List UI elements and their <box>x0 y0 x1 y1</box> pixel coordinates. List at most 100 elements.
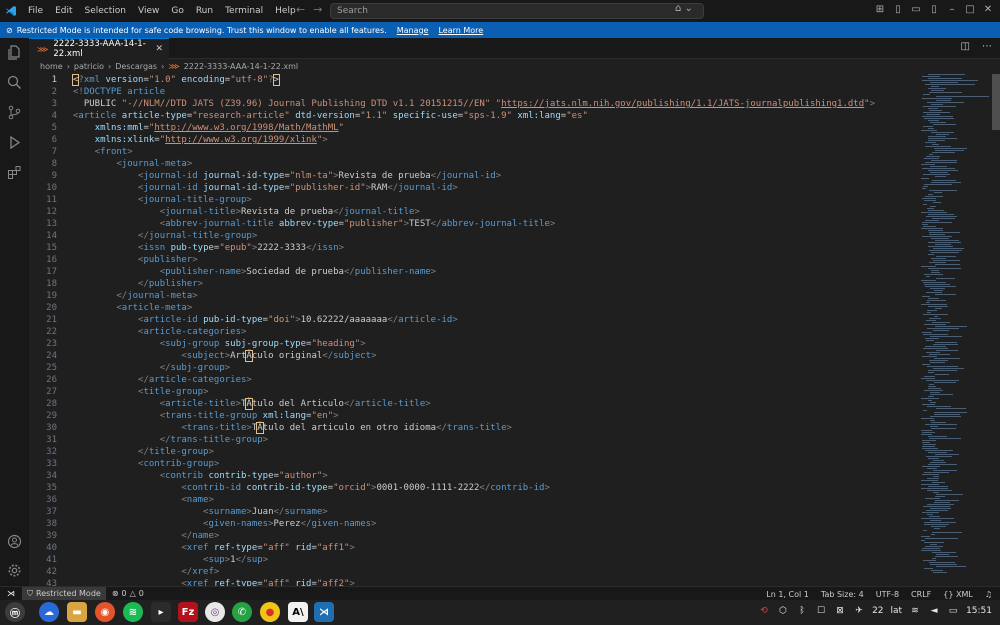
code-line[interactable]: 6 xmlns:xlink="http://www.w3.org/1999/xl… <box>29 134 919 146</box>
bluetooth-icon[interactable]: ᛒ <box>796 605 808 617</box>
code-line[interactable]: 10 <journal-id journal-id-type="publishe… <box>29 182 919 194</box>
breadcrumb-home[interactable]: home <box>40 62 63 71</box>
code-line[interactable]: 9 <journal-id journal-id-type="nlm-ta">R… <box>29 170 919 182</box>
notifications-bell-icon[interactable]: ♫ <box>985 590 992 599</box>
menu-terminal[interactable]: Terminal <box>219 0 269 22</box>
end-of-line[interactable]: CRLF <box>911 590 931 599</box>
cursor-position[interactable]: Ln 1, Col 1 <box>766 590 809 599</box>
vertical-scrollbar[interactable] <box>992 74 1000 586</box>
chrome-icon[interactable]: ● <box>260 602 280 622</box>
ai-app-icon[interactable]: A\ <box>288 602 308 622</box>
code-line[interactable]: 14 </journal-title-group> <box>29 230 919 242</box>
code-line[interactable]: 34 <contrib contrib-type="author"> <box>29 470 919 482</box>
search-icon[interactable] <box>6 74 23 91</box>
dropbox-icon[interactable]: ⬡ <box>777 605 789 617</box>
more-actions-icon[interactable]: ⋯ <box>982 41 992 52</box>
wifi-icon[interactable]: ≋ <box>909 605 921 617</box>
terminal-icon[interactable]: ▸ <box>151 602 171 622</box>
code-line[interactable]: 43 <xref ref-type="aff" rid="aff2"> <box>29 578 919 586</box>
tab-size[interactable]: Tab Size: 4 <box>821 590 864 599</box>
command-center-search[interactable]: Search <box>330 3 704 19</box>
code-line[interactable]: 42 </xref> <box>29 566 919 578</box>
menu-run[interactable]: Run <box>190 0 219 22</box>
code-line[interactable]: 39 </name> <box>29 530 919 542</box>
keyboard-layout[interactable]: lat <box>891 606 903 616</box>
forward-arrow-icon[interactable]: → <box>313 3 322 16</box>
copilot-icon[interactable]: ⌂ ⌄ <box>675 3 693 14</box>
code-line[interactable]: 15 <issn pub-type="epub">2222-3333</issn… <box>29 242 919 254</box>
code-line[interactable]: 19 </journal-meta> <box>29 290 919 302</box>
clipboard-icon[interactable]: ☐ <box>815 605 827 617</box>
code-line[interactable]: 7 <front> <box>29 146 919 158</box>
code-line[interactable]: 41 <sup>1</sup> <box>29 554 919 566</box>
battery-icon[interactable]: ▭ <box>947 605 959 617</box>
code-line[interactable]: 25 </subj-group> <box>29 362 919 374</box>
code-line[interactable]: 2 <!DOCTYPE article <box>29 86 919 98</box>
code-line[interactable]: 27 <title-group> <box>29 386 919 398</box>
code-line[interactable]: 26 </article-categories> <box>29 374 919 386</box>
code-editor[interactable]: 1 <?xml version="1.0" encoding="utf-8"?> 2… <box>29 74 919 586</box>
network-icon[interactable]: ⊠ <box>834 605 846 617</box>
linux-mint-menu-icon[interactable]: ⓜ <box>5 602 25 622</box>
clock[interactable]: 15:51 <box>966 606 992 616</box>
remote-indicator-icon[interactable]: ⋊ <box>0 587 22 601</box>
breadcrumb-file[interactable]: 2222-3333-AAA-14-1-22.xml <box>184 62 298 71</box>
close-tab-icon[interactable]: ✕ <box>155 44 163 54</box>
code-line[interactable]: 33 <contrib-group> <box>29 458 919 470</box>
code-line[interactable]: 8 <journal-meta> <box>29 158 919 170</box>
extensions-icon[interactable] <box>6 164 23 181</box>
restricted-mode-status[interactable]: ⛉ Restricted Mode <box>22 586 106 601</box>
learn-more-link[interactable]: Learn More <box>438 26 483 35</box>
problems-status[interactable]: ⊗ 0 △ 0 <box>106 589 150 598</box>
code-line[interactable]: 31 </trans-title-group> <box>29 434 919 446</box>
close-window-icon[interactable]: ✕ <box>980 1 996 17</box>
code-line[interactable]: 11 <journal-title-group> <box>29 194 919 206</box>
code-line[interactable]: 32 </title-group> <box>29 446 919 458</box>
cloud-app-icon[interactable]: ☁ <box>39 602 59 622</box>
back-arrow-icon[interactable]: ← <box>296 3 305 16</box>
code-line[interactable]: 20 <article-meta> <box>29 302 919 314</box>
code-line[interactable]: 24 <subject>ArtÃculo original</subject> <box>29 350 919 362</box>
vscode-taskbar-icon[interactable]: ⋊ <box>314 602 334 622</box>
code-line[interactable]: 29 <trans-title-group xml:lang="en"> <box>29 410 919 422</box>
menu-edit[interactable]: Edit <box>49 0 78 22</box>
code-line[interactable]: 18 </publisher> <box>29 278 919 290</box>
breadcrumb-descargas[interactable]: Descargas <box>115 62 157 71</box>
maximize-icon[interactable]: □ <box>962 1 978 17</box>
code-line[interactable]: 17 <publisher-name>Sociedad de prueba</p… <box>29 266 919 278</box>
weather-icon[interactable]: ✈ <box>853 605 865 617</box>
spotify-icon[interactable]: ≋ <box>123 602 143 622</box>
menu-view[interactable]: View <box>132 0 165 22</box>
code-line[interactable]: 22 <article-categories> <box>29 326 919 338</box>
menu-file[interactable]: File <box>22 0 49 22</box>
customize-layout-icon[interactable]: ⊞ <box>872 1 888 17</box>
firefox-icon[interactable]: ◉ <box>95 602 115 622</box>
minimize-icon[interactable]: – <box>944 1 960 17</box>
account-icon[interactable] <box>6 533 23 550</box>
manage-link[interactable]: Manage <box>397 26 429 35</box>
code-line[interactable]: 5 xmlns:mml="http://www.w3.org/1998/Math… <box>29 122 919 134</box>
code-line[interactable]: 40 <xref ref-type="aff" rid="aff1"> <box>29 542 919 554</box>
tab-xml-file[interactable]: ⋙ 2222-3333-AAA-14-1-22.xml ✕ <box>29 38 169 59</box>
code-line[interactable]: 38 <given-names>Perez</given-names> <box>29 518 919 530</box>
whatsapp-icon[interactable]: ✆ <box>232 602 252 622</box>
scrollbar-thumb[interactable] <box>992 74 1000 130</box>
split-editor-icon[interactable]: ◫ <box>961 41 970 52</box>
code-line[interactable]: 4 <article article-type="research-article… <box>29 110 919 122</box>
filezilla-icon[interactable]: Fz <box>178 602 198 622</box>
code-line[interactable]: 16 <publisher> <box>29 254 919 266</box>
explorer-icon[interactable] <box>6 44 23 61</box>
code-line[interactable]: 23 <subj-group subj-group-type="heading"… <box>29 338 919 350</box>
code-line[interactable]: 36 <name> <box>29 494 919 506</box>
code-line[interactable]: 12 <journal-title>Revista de prueba</jou… <box>29 206 919 218</box>
menu-go[interactable]: Go <box>165 0 189 22</box>
minimap[interactable] <box>919 74 992 586</box>
breadcrumb-patricio[interactable]: patricio <box>74 62 104 71</box>
code-line[interactable]: 35 <contrib-id contrib-id-type="orcid">0… <box>29 482 919 494</box>
code-line[interactable]: 37 <surname>Juan</surname> <box>29 506 919 518</box>
toggle-primary-sidebar-icon[interactable]: ▯ <box>890 1 906 17</box>
code-line[interactable]: 30 <trans-title>TÃtulo del articulo en o… <box>29 422 919 434</box>
language-mode[interactable]: {} XML <box>943 590 973 599</box>
code-line[interactable]: 28 <article-title>TÃtulo del Articulo</a… <box>29 398 919 410</box>
obs-icon[interactable]: ◎ <box>205 602 225 622</box>
